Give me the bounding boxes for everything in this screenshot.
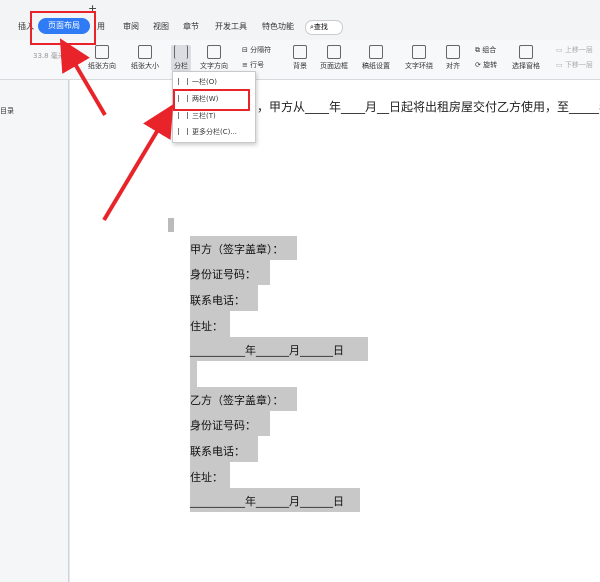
arrow-to-page-layout [59,38,107,117]
annotation-arrows [59,38,174,222]
arrow-to-two-columns [102,104,174,222]
